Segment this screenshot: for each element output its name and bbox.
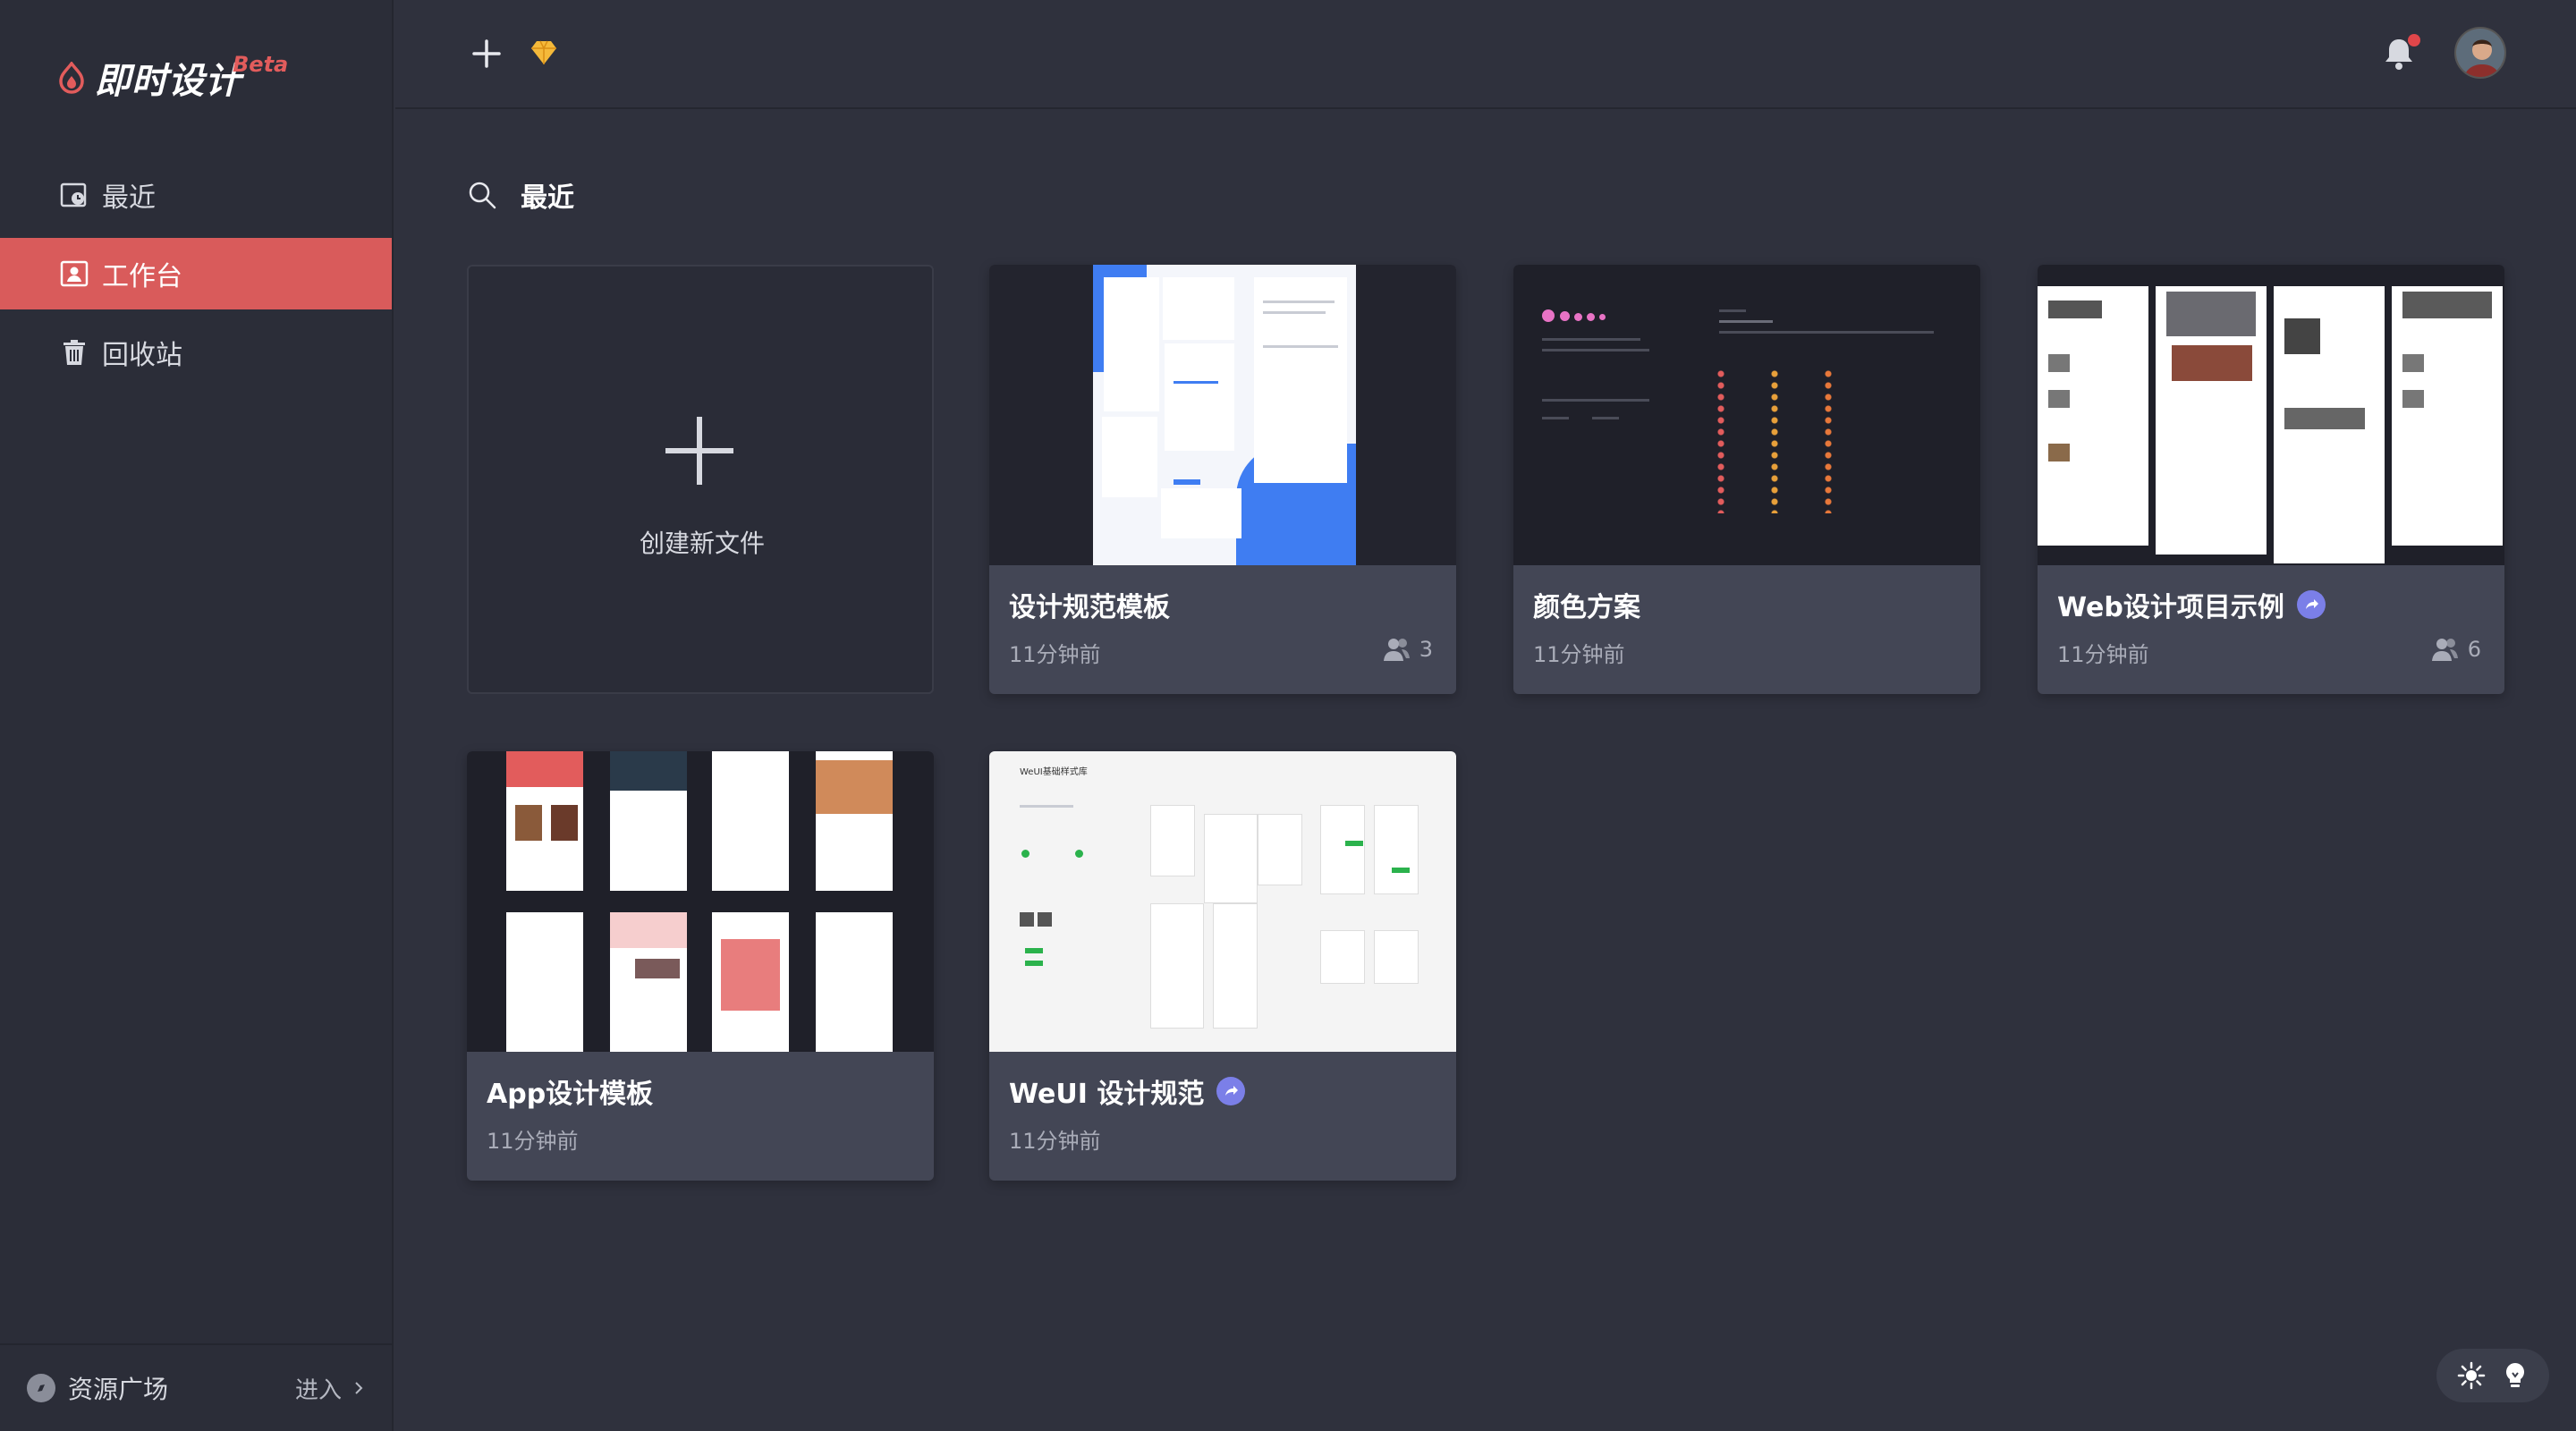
shared-icon (1216, 1077, 1246, 1105)
notification-dot (2408, 34, 2420, 47)
create-new-file-card[interactable]: 创建新文件 (467, 265, 934, 694)
file-thumbnail (989, 265, 1456, 565)
sidebar-item-trash[interactable]: 回收站 (0, 317, 392, 388)
sidebar-item-label: 回收站 (102, 340, 182, 371)
section-title: 最近 (521, 182, 574, 214)
weui-thumb-header: WeUI基础样式库 (1020, 767, 1088, 777)
file-card[interactable]: WeUI基础样式库 WeUI 设计规范 11分钟前 (989, 751, 1456, 1181)
enter-label: 进入 (294, 1376, 342, 1404)
beta-badge: Beta (233, 52, 289, 77)
lightbulb-icon[interactable] (2500, 1360, 2530, 1391)
file-info: 设计规范模板 11分钟前 3 (989, 565, 1456, 694)
avatar[interactable] (2454, 27, 2506, 79)
sidebar: 即时设计 Beta 最近 工作台 回收站 资源广场 进入 (0, 0, 394, 1431)
logo-flame-icon (59, 62, 84, 94)
file-title-text: 颜色方案 (1533, 592, 1640, 623)
file-time: 11分钟前 (1533, 642, 1625, 667)
diamond-icon[interactable] (530, 39, 558, 66)
file-title: 颜色方案 (1533, 585, 1640, 624)
create-new-file-label: 创建新文件 (639, 529, 765, 558)
compass-icon (27, 1374, 55, 1402)
member-count-value: 3 (1419, 637, 1433, 662)
bottom-toggles (2436, 1349, 2549, 1402)
file-title-text: 设计规范模板 (1009, 592, 1170, 623)
shared-icon (2296, 590, 2326, 619)
file-title-text: Web设计项目示例 (2057, 592, 2284, 623)
file-title-text: WeUI 设计规范 (1009, 1079, 1205, 1110)
file-title: App设计模板 (487, 1071, 653, 1111)
color-swatch-grid (1717, 370, 1896, 513)
brand-name: 即时设计 (95, 61, 242, 102)
file-card[interactable]: App设计模板 11分钟前 (467, 751, 934, 1181)
trash-icon (64, 340, 85, 365)
file-time: 11分钟前 (487, 1129, 579, 1154)
member-count: 3 (1382, 637, 1433, 662)
file-time: 11分钟前 (1009, 642, 1101, 667)
topbar (395, 0, 2576, 109)
file-info: 颜色方案 11分钟前 (1513, 565, 1980, 694)
workspace-user-icon (60, 260, 89, 287)
file-time: 11分钟前 (2057, 642, 2149, 667)
users-icon (1383, 639, 1410, 661)
user-avatar-icon (2456, 29, 2504, 77)
file-title: Web设计项目示例 (2057, 585, 2326, 624)
sidebar-item-recent[interactable]: 最近 (0, 159, 392, 231)
section-header: 最近 (467, 175, 574, 215)
sidebar-item-label: 最近 (102, 182, 156, 214)
clock-folder-icon (60, 182, 87, 207)
file-info: Web设计项目示例 11分钟前 6 (2038, 565, 2504, 694)
file-info: App设计模板 11分钟前 (467, 1052, 934, 1181)
file-card[interactable]: 颜色方案 11分钟前 (1513, 265, 1980, 694)
sun-icon[interactable] (2456, 1360, 2487, 1391)
member-count-value: 6 (2467, 637, 2481, 662)
file-title-text: App设计模板 (487, 1079, 654, 1110)
file-title: 设计规范模板 (1009, 585, 1170, 624)
file-info: WeUI 设计规范 11分钟前 (989, 1052, 1456, 1181)
file-time: 11分钟前 (1009, 1129, 1101, 1154)
file-thumbnail: WeUI基础样式库 (989, 751, 1456, 1052)
file-thumbnail (467, 751, 934, 1052)
search-icon[interactable] (467, 180, 497, 210)
chevron-right-icon (355, 1382, 363, 1394)
app-root: 即时设计 Beta 最近 工作台 回收站 资源广场 进入 最近 创建新文件 设计… (0, 0, 2576, 1431)
member-count: 6 (2430, 637, 2481, 662)
file-thumbnail (2038, 265, 2504, 565)
file-title: WeUI 设计规范 (1009, 1071, 1246, 1111)
sidebar-item-workspace[interactable]: 工作台 (0, 238, 392, 309)
file-card[interactable]: 设计规范模板 11分钟前 3 (989, 265, 1456, 694)
sidebar-item-label: 工作台 (102, 261, 182, 292)
enter-link[interactable]: 进入 (295, 1372, 365, 1405)
plus-icon[interactable] (467, 34, 506, 73)
file-card[interactable]: Web设计项目示例 11分钟前 6 (2038, 265, 2504, 694)
logo[interactable]: 即时设计 Beta (57, 52, 288, 104)
thumb-canvas (1093, 265, 1356, 565)
resource-plaza-link[interactable]: 资源广场 进入 (0, 1343, 392, 1431)
plus-icon (665, 417, 733, 485)
resource-plaza-label: 资源广场 (68, 1375, 169, 1404)
file-thumbnail (1513, 265, 1980, 565)
sidebar-nav: 最近 工作台 回收站 (0, 159, 392, 395)
users-icon (2431, 639, 2458, 661)
